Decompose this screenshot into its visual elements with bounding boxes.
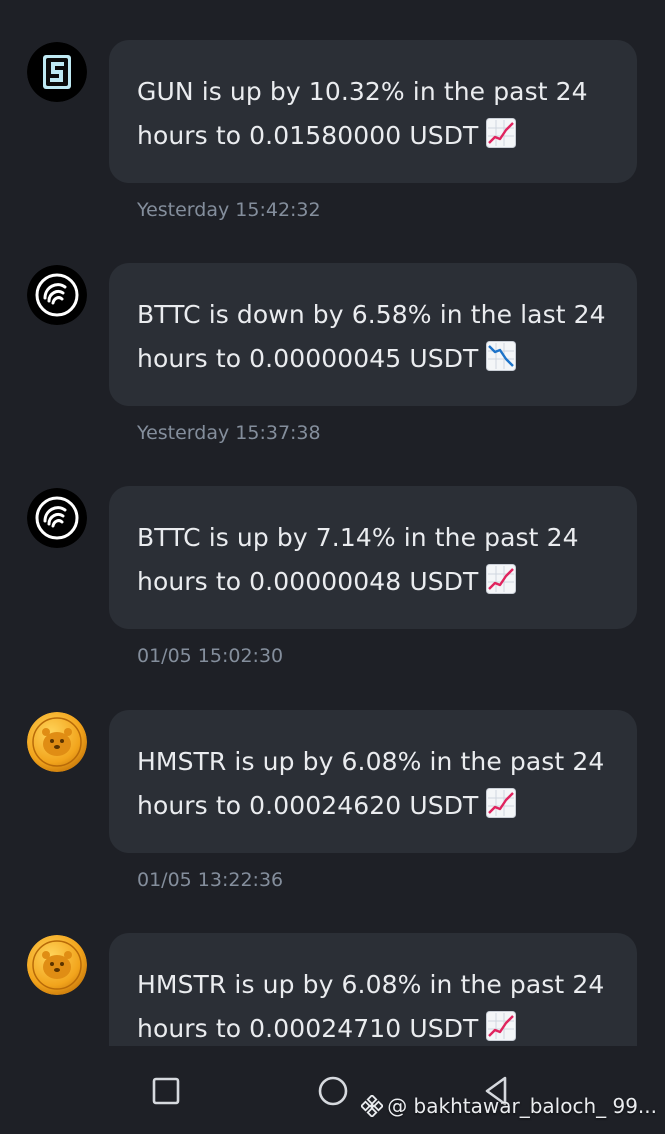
message-timestamp: 01/05 13:22:36 [137,869,284,891]
chart-increasing-icon [486,1011,517,1041]
square-icon[interactable] [149,1074,183,1108]
watermark: @ bakhtawar_baloch_ 99... [361,1092,657,1120]
message-timestamp: Yesterday 15:42:32 [137,199,321,221]
message-bubble: HMSTR is up by 6.08% in the past 24 hour… [109,710,637,853]
message-bubble: BTTC is up by 7.14% in the past 24 hours… [109,486,637,629]
gun-logo-icon [27,42,87,102]
screen: GUN is up by 10.32% in the past 24 hours… [0,0,665,1134]
watermark-text: @ bakhtawar_baloch_ 99... [387,1094,657,1118]
bttc-logo-icon [27,265,87,325]
message-text: HMSTR is up by 6.08% in the past 24 hour… [137,970,605,1043]
hamster-logo-icon [27,935,87,995]
message-timestamp: Yesterday 15:37:38 [137,422,321,444]
message-text: GUN is up by 10.32% in the past 24 hours… [137,77,588,150]
system-navigation-bar [0,1046,665,1134]
message-bubble: BTTC is down by 6.58% in the last 24 hou… [109,263,637,406]
message-text: HMSTR is up by 6.08% in the past 24 hour… [137,747,605,820]
hamster-logo-icon [27,712,87,772]
circle-icon[interactable] [316,1074,350,1108]
message-bubble: GUN is up by 10.32% in the past 24 hours… [109,40,637,183]
binance-logo-icon [361,1095,384,1117]
message-text: BTTC is down by 6.58% in the last 24 hou… [137,300,606,373]
bttc-logo-icon [27,488,87,548]
chart-decreasing-icon [486,341,517,371]
chart-increasing-icon [486,564,517,594]
message-timestamp: 01/05 15:02:30 [137,645,284,667]
chart-increasing-icon [486,788,517,818]
message-bubble: HMSTR is up by 6.08% in the past 24 hour… [109,933,637,1046]
chart-increasing-icon [486,118,517,148]
notification-feed[interactable]: GUN is up by 10.32% in the past 24 hours… [0,0,665,1046]
